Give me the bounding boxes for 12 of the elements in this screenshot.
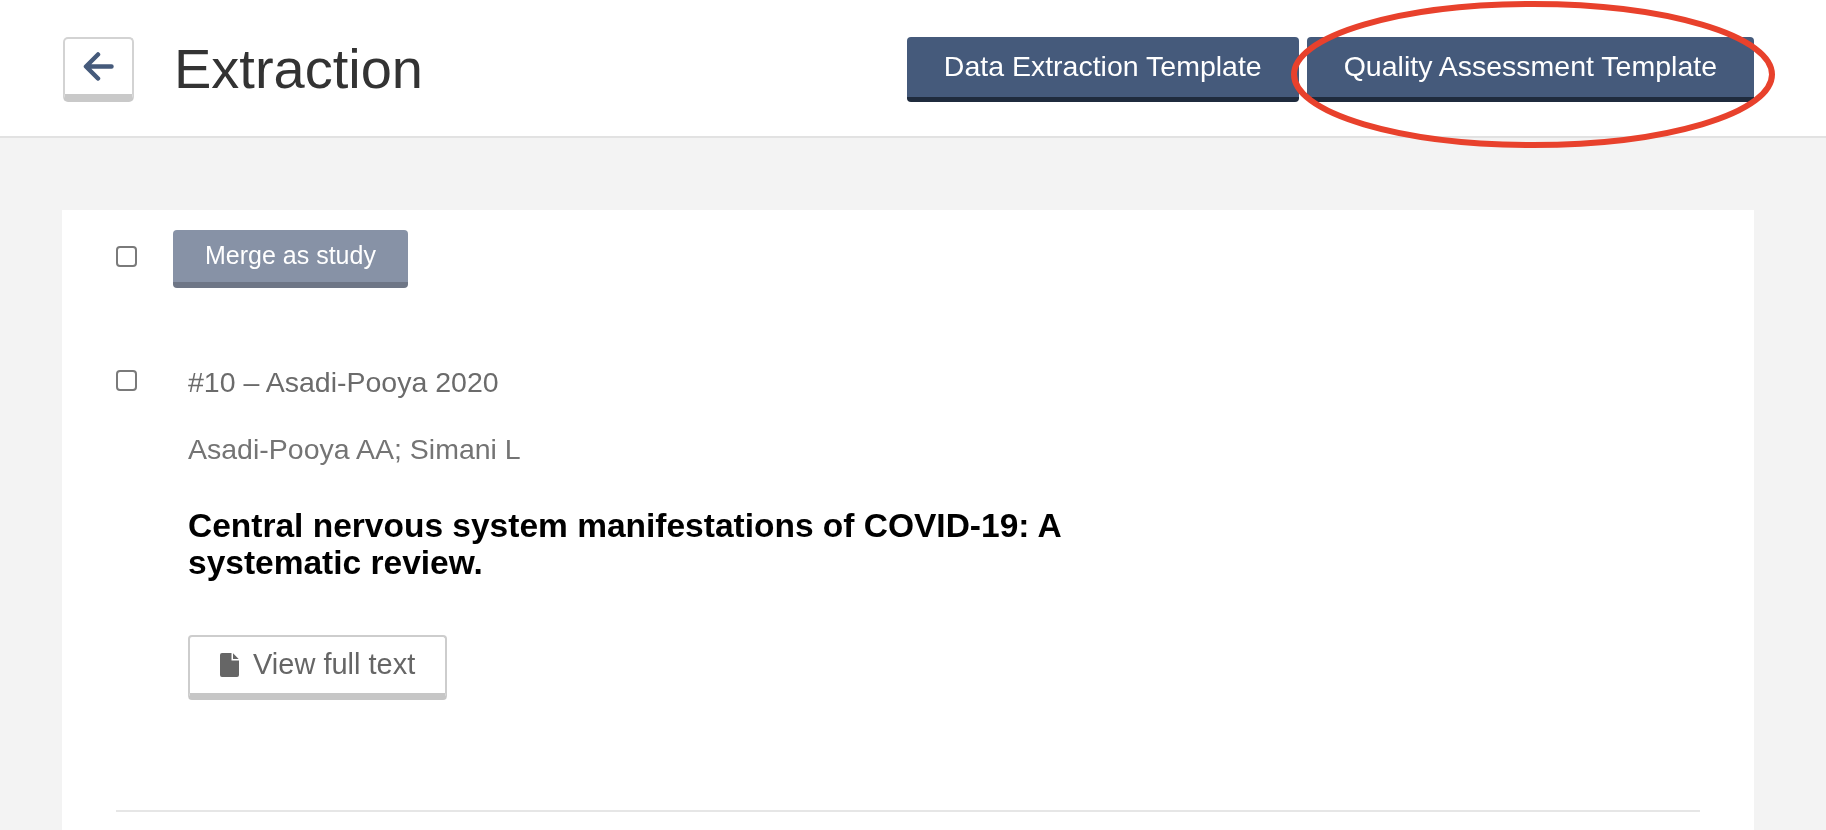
study-title: Central nervous system manifestations of COVID-19: A systematic review. — [188, 507, 1062, 581]
study-heading: #10 – Asadi-Pooya 2020 — [188, 366, 499, 398]
select-all-checkbox[interactable] — [116, 245, 137, 267]
back-button[interactable] — [63, 36, 134, 102]
file-icon — [220, 653, 239, 677]
back-arrow-icon — [83, 50, 114, 82]
page-title: Extraction — [174, 36, 423, 103]
view-full-text-button[interactable]: View full text — [188, 635, 448, 700]
study-authors: Asadi-Pooya AA; Simani L — [188, 433, 521, 465]
template-button[interactable]: Quality Assessment Template — [1306, 36, 1754, 102]
template-button[interactable]: Data Extraction Template — [906, 36, 1299, 102]
study-checkbox[interactable] — [116, 370, 137, 391]
